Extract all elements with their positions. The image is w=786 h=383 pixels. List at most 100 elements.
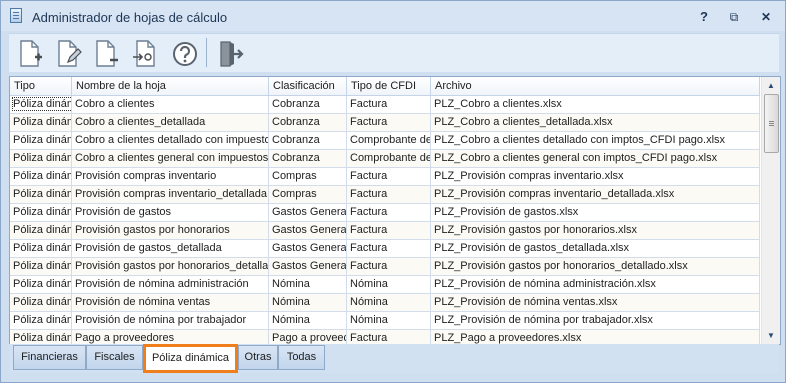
cell-text: Provisión gastos por honorarios [75,224,230,236]
table-row[interactable]: Póliza dinám Pago a proveedores Pago a pro… [10,330,760,344]
cell-text: Nómina [272,278,310,290]
cell-text: PLZ_Provisión de gastos.xlsx [434,206,579,218]
table-cell: Provisión gastos por honorarios_detallad… [72,258,269,275]
export-sheet-button[interactable] [127,37,161,69]
table-cell: Cobro a clientes detallado con impuestos… [72,132,269,149]
cell-text: Cobro a clientes detallado con impuestos… [75,134,268,146]
table-cell: Cobro a clientes [72,96,269,113]
table-cell: Provisión de gastos_detallada [72,240,269,257]
table-cell: Provisión compras inventario_detallada [72,186,269,203]
cell-text: Provisión gastos por honorarios_detallad… [75,260,269,272]
new-sheet-button[interactable] [13,37,47,69]
cell-text: Cobranza [272,98,320,110]
table-row[interactable]: Póliza dinám Cobro a clientes Cobranza Fact… [10,96,760,114]
edit-sheet-button[interactable] [51,37,85,69]
table-row[interactable]: Póliza dinám Provisión de nómina ventas Nó… [10,294,760,312]
table-cell: Factura [347,240,431,257]
cell-text: Gastos Generales [272,242,347,254]
cell-text: Compras [272,170,317,182]
table-row[interactable]: Póliza dinám Provisión gastos por honorar… [10,222,760,240]
scroll-down-icon[interactable]: ▼ [762,327,780,344]
tab-fiscales[interactable]: Fiscales [86,345,143,370]
tab-todas[interactable]: Todas [278,345,325,370]
table-cell: Pago a proveedores [72,330,269,344]
table-cell: Factura [347,204,431,221]
scroll-up-icon[interactable]: ▲ [762,77,780,94]
table-row[interactable]: Póliza dinám Provisión compras inventario… [10,168,760,186]
column-header[interactable]: Tipo de CFDI [347,77,431,95]
tab-financieras[interactable]: Financieras [13,345,86,370]
vertical-scrollbar[interactable]: ▲ ▼ [761,77,780,344]
column-header[interactable]: Archivo [431,77,760,95]
column-header[interactable]: Clasificación [269,77,347,95]
table-cell: PLZ_Cobro a clientes.xlsx [431,96,760,113]
cell-text: Póliza dinám [13,332,72,344]
restore-window-button[interactable]: ⧉ [723,9,745,25]
table-cell: PLZ_Cobro a clientes_detallada.xlsx [431,114,760,131]
table-cell: Póliza dinám [10,330,72,344]
table-cell: Póliza dinám [10,204,72,221]
spreadsheet-manager-window: Administrador de hojas de cálculo ? ⧉ ✕ … [0,0,786,383]
cell-text: Póliza dinám [13,242,72,254]
cell-text: Nómina [350,314,388,326]
table-row[interactable]: Póliza dinám Provisión de gastos Gastos Ge… [10,204,760,222]
cell-text: Factura [350,224,388,236]
cell-text: Factura [350,242,388,254]
cell-text: PLZ_Provisión de nómina por trabajador.x… [434,314,653,326]
table-cell: PLZ_Provisión de nómina administración.x… [431,276,760,293]
tab-p-liza-din-mica[interactable]: Póliza dinámica [143,344,238,373]
help-button[interactable] [167,37,201,69]
table-cell: Cobranza [269,132,347,149]
table-cell: Provisión de gastos [72,204,269,221]
table-cell: Factura [347,114,431,131]
scroll-thumb[interactable] [764,94,779,153]
tab-otras[interactable]: Otras [238,345,278,370]
table-row[interactable]: Póliza dinám Cobro a clientes detallado c… [10,132,760,150]
help-icon [173,42,197,66]
exit-door-icon [220,41,244,67]
table-cell: Nómina [347,312,431,329]
grip-icon [769,121,774,122]
table-cell: Factura [347,222,431,239]
table-cell: Póliza dinám [10,258,72,275]
table-cell: PLZ_Cobro a clientes general con imptos_… [431,150,760,167]
column-header[interactable]: Nombre de la hoja [72,77,269,95]
table-cell: Cobranza [269,114,347,131]
table-cell: Póliza dinám [10,186,72,203]
cell-text: Póliza dinám [13,170,72,182]
cell-text: Póliza dinám [13,152,72,164]
table-cell: Póliza dinám [10,276,72,293]
help-titlebar-button[interactable]: ? [693,9,715,25]
cell-text: Factura [350,206,388,218]
cell-text: Cobranza [272,116,320,128]
table-row[interactable]: Póliza dinám Provisión de nómina por trab… [10,312,760,330]
cell-text: Póliza dinám [13,134,72,146]
cell-text: Provisión de gastos_detallada [75,242,222,254]
column-header[interactable]: Tipo [10,77,72,95]
table-cell: Provisión de nómina por trabajador [72,312,269,329]
table-row[interactable]: Póliza dinám Provisión compras inventario… [10,186,760,204]
window-title: Administrador de hojas de cálculo [32,10,228,25]
cell-text: Provisión compras inventario [75,170,217,182]
category-tab-bar: Financieras Fiscales Póliza dinámica Otras T… [9,344,779,373]
cell-text: Factura [350,332,388,344]
exit-button[interactable] [213,37,247,69]
table-cell: Póliza dinám [10,168,72,185]
table-row[interactable]: Póliza dinám Provisión de nómina administ… [10,276,760,294]
table-row[interactable]: Póliza dinám Cobro a clientes_detallada Co… [10,114,760,132]
table-cell: Póliza dinám [10,114,72,131]
table-cell: PLZ_Cobro a clientes detallado con impto… [431,132,760,149]
table-row[interactable]: Póliza dinám Provisión gastos por honorar… [10,258,760,276]
table-cell: Factura [347,330,431,344]
close-window-button[interactable]: ✕ [755,9,777,25]
cell-text: Póliza dinám [13,296,72,308]
cell-text: Factura [350,188,388,200]
table-row[interactable]: Póliza dinám Provisión de gastos_detallad… [10,240,760,258]
cell-text: PLZ_Cobro a clientes general con imptos_… [434,152,718,164]
cell-text: Compras [272,188,317,200]
table-cell: Nómina [347,276,431,293]
title-bar[interactable]: Administrador de hojas de cálculo ? ⧉ ✕ [1,1,785,31]
table-row[interactable]: Póliza dinám Cobro a clientes general con… [10,150,760,168]
table-cell: Provisión de nómina ventas [72,294,269,311]
delete-sheet-button[interactable] [89,37,123,69]
